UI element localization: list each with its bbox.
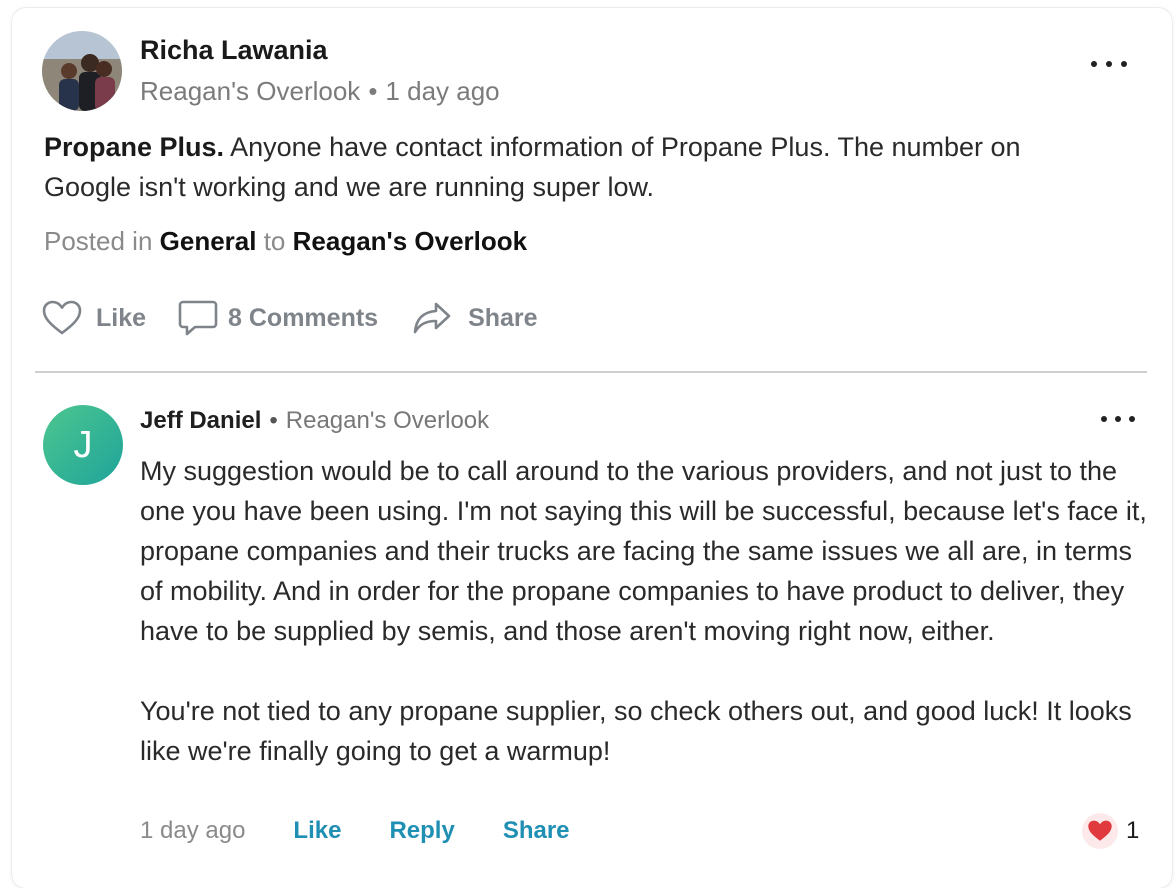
comment-like-button[interactable]: Like: [293, 817, 341, 845]
comment-share-button[interactable]: Share: [503, 817, 570, 845]
avatar-photo-image: [42, 31, 122, 111]
category-link[interactable]: General: [160, 226, 257, 256]
destination-link[interactable]: Reagan's Overlook: [293, 226, 528, 256]
comment-more-options-icon[interactable]: [1101, 409, 1135, 429]
heart-filled-icon: [1088, 820, 1112, 841]
post-more-options-icon[interactable]: [1091, 54, 1127, 74]
meta-separator: •: [368, 76, 378, 106]
posted-in-label: Posted in: [44, 226, 153, 256]
like-label: Like: [96, 303, 147, 332]
reaction-count: 1: [1126, 817, 1140, 844]
divider: [35, 371, 1147, 373]
comment-bubble-icon: [178, 300, 218, 336]
post-actions: Like 8 Comments Share: [42, 296, 538, 340]
reaction-heart-badge: [1082, 813, 1118, 849]
comment-separator: •: [269, 407, 278, 434]
comment-time: 1 day ago: [140, 817, 246, 844]
post-author-name[interactable]: Richa Lawania: [140, 35, 328, 66]
comments-button[interactable]: 8 Comments: [178, 299, 378, 337]
author-avatar[interactable]: [42, 31, 122, 111]
comment-paragraph: You're not tied to any propane supplier,…: [140, 696, 1132, 766]
heart-outline-icon: [42, 300, 82, 335]
posted-in-line: Posted in General to Reagan's Overlook: [44, 226, 527, 257]
comment-footer: 1 day ago Like Reply Share: [140, 817, 618, 845]
share-arrow-icon: [413, 302, 451, 334]
commenter-group[interactable]: Reagan's Overlook: [286, 407, 489, 434]
comment-header: Jeff Daniel • Reagan's Overlook: [140, 407, 489, 435]
to-label: to: [263, 226, 286, 256]
like-button[interactable]: Like: [42, 300, 146, 336]
reaction-summary[interactable]: 1: [1082, 813, 1139, 849]
share-button[interactable]: Share: [412, 300, 538, 336]
post-group-link[interactable]: Reagan's Overlook: [140, 76, 360, 106]
post-body: Propane Plus. Anyone have contact inform…: [44, 127, 1104, 207]
comment-reply-button[interactable]: Reply: [389, 817, 454, 845]
share-label: Share: [468, 303, 538, 332]
commenter-name[interactable]: Jeff Daniel: [140, 407, 261, 434]
commenter-avatar[interactable]: J: [43, 405, 123, 485]
post-meta: Reagan's Overlook • 1 day ago: [140, 76, 500, 107]
comment-paragraph: My suggestion would be to call around to…: [140, 456, 1147, 646]
comments-label: 8 Comments: [228, 303, 379, 332]
post-title: Propane Plus.: [44, 132, 225, 162]
comment-body: My suggestion would be to call around to…: [140, 451, 1150, 771]
post-time: 1 day ago: [385, 76, 500, 106]
